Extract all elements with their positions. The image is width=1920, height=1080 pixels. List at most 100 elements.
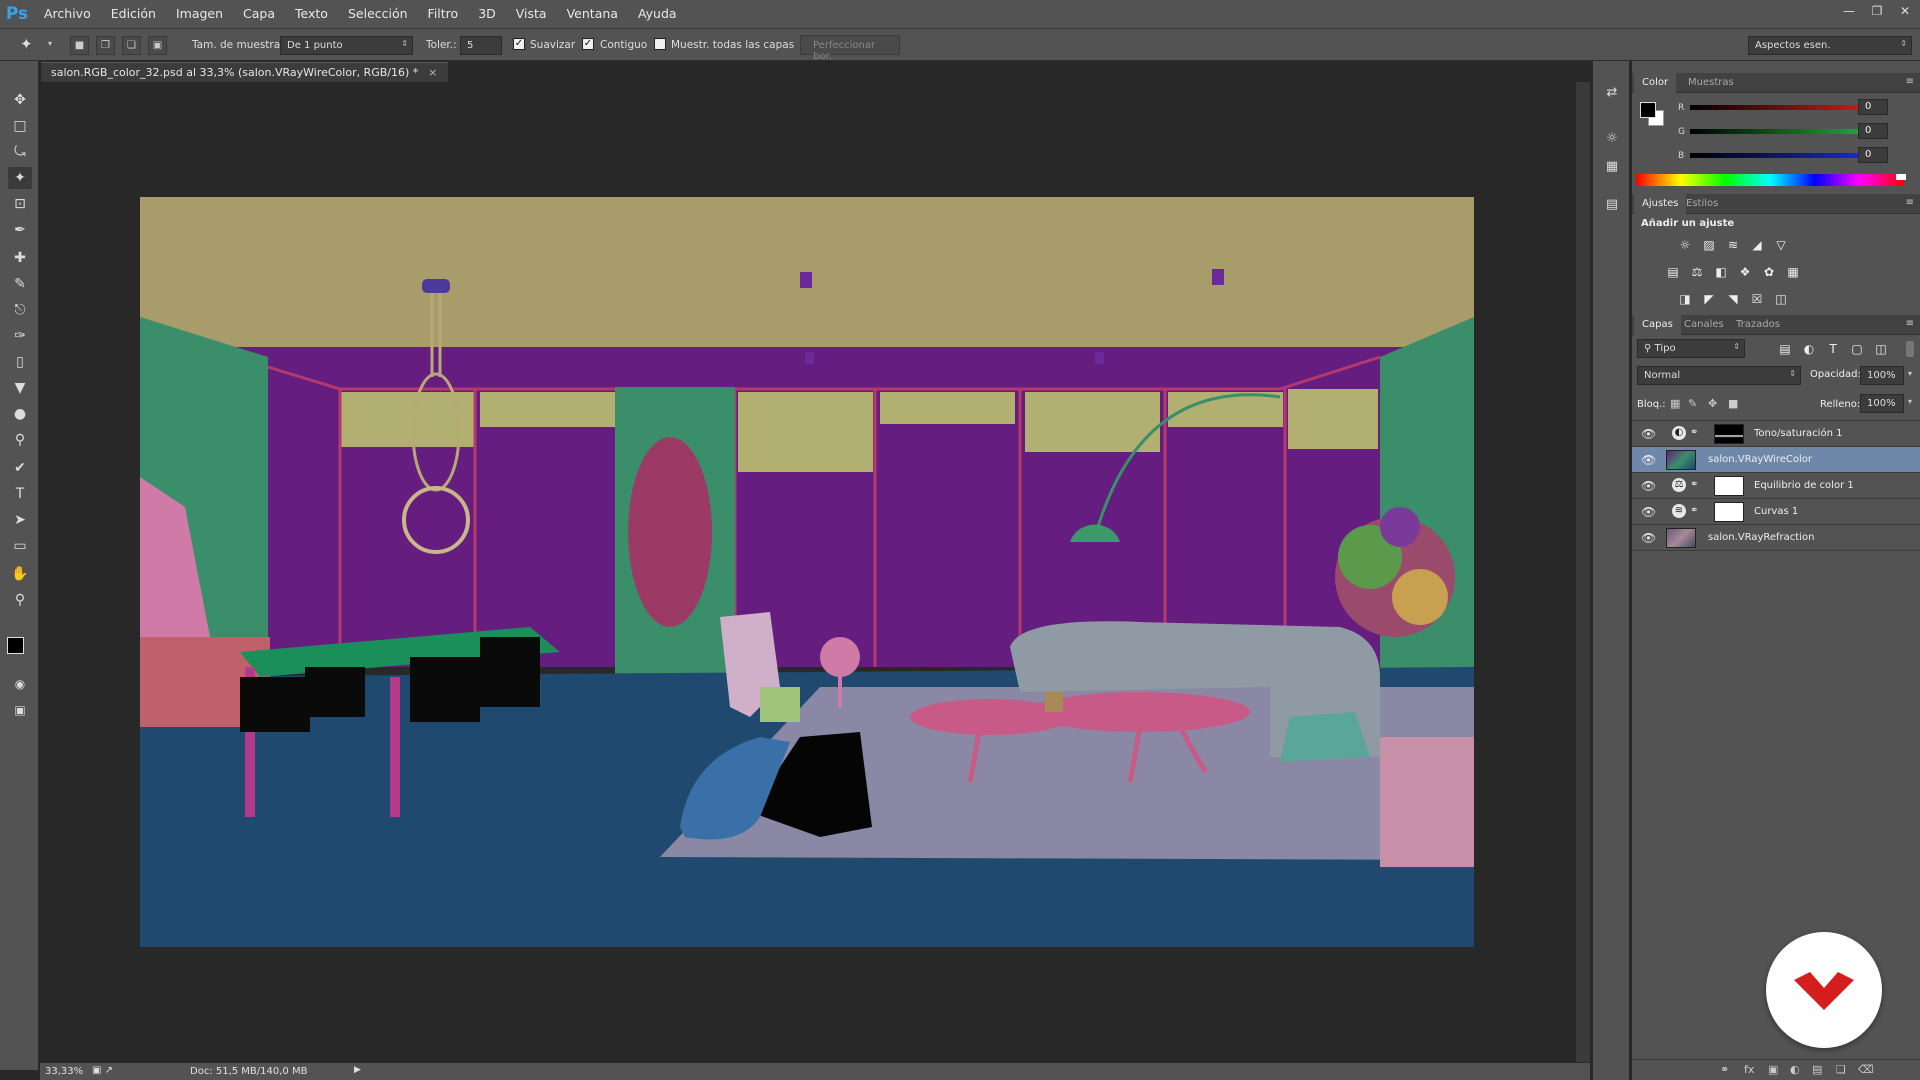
filter-adjustment-icon[interactable]: ◐	[1800, 341, 1818, 357]
dodge-tool-icon[interactable]: ⚲	[8, 429, 32, 451]
fg-color-chip[interactable]	[1640, 102, 1656, 118]
hand-tool-icon[interactable]: ✋	[8, 563, 32, 585]
visibility-eye-icon[interactable]: 👁	[1641, 453, 1656, 467]
tab-swatches[interactable]: Muestras	[1680, 73, 1742, 93]
selective-color-icon[interactable]: ☒	[1748, 291, 1766, 307]
lasso-tool-icon[interactable]: ⤿	[8, 141, 32, 163]
zoom-tool-icon[interactable]: ⚲	[8, 589, 32, 611]
status-menu-arrow-icon[interactable]: ▶	[354, 1065, 361, 1075]
green-slider[interactable]	[1690, 129, 1886, 134]
layer-filter-select[interactable]: ⚲ Tipo ⇕	[1637, 339, 1745, 358]
tab-layers[interactable]: Capas	[1634, 315, 1681, 335]
lock-transparent-icon[interactable]: ▦	[1670, 397, 1680, 410]
layer-mask-thumbnail[interactable]	[1714, 502, 1744, 522]
type-tool-icon[interactable]: T	[8, 483, 32, 505]
fx-icon[interactable]: fx	[1744, 1063, 1754, 1076]
blur-tool-icon[interactable]: ●	[8, 403, 32, 425]
close-icon[interactable]: ✕	[1898, 4, 1912, 18]
shape-tool-icon[interactable]: ▭	[8, 535, 32, 557]
channel-mixer-icon[interactable]: ✿	[1760, 264, 1778, 280]
color-lookup-icon[interactable]: ▦	[1784, 264, 1802, 280]
path-selection-tool-icon[interactable]: ➤	[8, 509, 32, 531]
red-value[interactable]: 0	[1858, 99, 1888, 115]
minimize-icon[interactable]: —	[1842, 4, 1856, 18]
add-selection-icon[interactable]: ❐	[96, 36, 115, 55]
exposure-icon[interactable]: ◢	[1748, 237, 1766, 253]
layer-name[interactable]: salon.VRayWireColor	[1708, 454, 1812, 465]
curves-icon[interactable]: ≋	[1724, 237, 1742, 253]
link-layers-icon[interactable]: ⚭	[1720, 1063, 1729, 1076]
opacity-dropdown-icon[interactable]: ▾	[1908, 369, 1912, 378]
filter-toggle[interactable]	[1906, 341, 1914, 357]
menu-ayuda[interactable]: Ayuda	[628, 0, 687, 28]
document-tab[interactable]: salon.RGB_color_32.psd al 33,3% (salon.V…	[41, 62, 448, 82]
tab-paths[interactable]: Trazados	[1728, 315, 1788, 335]
share-icon[interactable]: ▣ ↗	[92, 1065, 113, 1076]
new-selection-icon[interactable]: ■	[70, 36, 89, 55]
magic-wand-tool-icon[interactable]: ✦	[8, 167, 32, 189]
lock-paint-icon[interactable]: ✎	[1688, 397, 1697, 410]
lock-all-icon[interactable]: ■	[1728, 397, 1738, 410]
photo-filter-icon[interactable]: ❖	[1736, 264, 1754, 280]
layer-name[interactable]: Equilibrio de color 1	[1754, 480, 1854, 491]
screen-mode-icon[interactable]: ▣	[8, 699, 32, 721]
fill-input[interactable]: 100%	[1860, 394, 1904, 413]
white-chip[interactable]	[1896, 174, 1906, 180]
menu-filtro[interactable]: Filtro	[418, 0, 469, 28]
filter-pixel-icon[interactable]: ▤	[1776, 341, 1794, 357]
new-group-icon[interactable]: ▤	[1812, 1063, 1822, 1076]
color-spectrum-bar[interactable]	[1636, 174, 1904, 186]
menu-edicion[interactable]: Edición	[101, 0, 166, 28]
balance-icon[interactable]: ⚖	[1688, 264, 1706, 280]
bw-icon[interactable]: ◧	[1712, 264, 1730, 280]
layer-mask-thumbnail[interactable]	[1714, 476, 1744, 496]
gradient-map-icon[interactable]: ▽	[1772, 237, 1790, 253]
zoom-level[interactable]: 33,33%	[45, 1066, 83, 1077]
visibility-eye-icon[interactable]: 👁	[1641, 479, 1656, 493]
subtract-selection-icon[interactable]: ❏	[122, 36, 141, 55]
blue-value[interactable]: 0	[1858, 147, 1888, 163]
sample-all-layers-checkbox[interactable]	[654, 38, 666, 50]
pen-tool-icon[interactable]: ✔	[8, 457, 32, 479]
red-slider[interactable]	[1690, 105, 1886, 110]
new-layer-icon[interactable]: ❏	[1836, 1063, 1846, 1076]
vibrance-icon[interactable]: ▤	[1664, 264, 1682, 280]
blend-mode-select[interactable]: Normal ⇕	[1637, 366, 1801, 385]
antialias-checkbox[interactable]: ✓	[513, 38, 525, 50]
posterize-icon[interactable]: ◤	[1700, 291, 1718, 307]
filter-shape-icon[interactable]: ▢	[1848, 341, 1866, 357]
menu-archivo[interactable]: Archivo	[34, 0, 101, 28]
paint-bucket-tool-icon[interactable]: ▼	[8, 377, 32, 399]
brightness-icon[interactable]: ☼	[1676, 237, 1694, 253]
link-icon[interactable]: ⚭	[1690, 479, 1698, 490]
link-icon[interactable]: ⚭	[1690, 505, 1698, 516]
delete-layer-icon[interactable]: ⌫	[1858, 1063, 1874, 1076]
menu-vista[interactable]: Vista	[506, 0, 557, 28]
histogram-icon[interactable]: ▦	[1601, 157, 1623, 177]
layer-row[interactable]: 👁 salon.VRayRefraction	[1632, 525, 1920, 551]
magic-wand-icon[interactable]: ✦	[20, 35, 33, 53]
tab-color[interactable]: Color	[1634, 73, 1677, 93]
layer-name[interactable]: Tono/saturación 1	[1754, 428, 1842, 439]
menu-imagen[interactable]: Imagen	[166, 0, 233, 28]
eyedropper-tool-icon[interactable]: ✒	[8, 219, 32, 241]
sample-size-select[interactable]: De 1 punto ⇕	[280, 36, 413, 55]
add-mask-icon[interactable]: ▣	[1768, 1063, 1778, 1076]
panel-menu-icon[interactable]: ≡	[1906, 318, 1914, 329]
threshold-icon[interactable]: ◥	[1724, 291, 1742, 307]
panel-menu-icon[interactable]: ≡	[1906, 197, 1914, 208]
opacity-input[interactable]: 100%	[1860, 366, 1904, 385]
properties-icon[interactable]: ▤	[1601, 195, 1623, 215]
close-tab-icon[interactable]: ×	[428, 66, 437, 79]
invert-icon[interactable]: ◨	[1676, 291, 1694, 307]
layer-row[interactable]: 👁 ◐ ⚭ Tono/saturación 1	[1632, 421, 1920, 447]
lock-position-icon[interactable]: ✥	[1708, 397, 1717, 410]
move-tool-icon[interactable]: ✥	[8, 89, 32, 111]
vertical-scrollbar[interactable]	[1576, 82, 1590, 1062]
new-adjustment-icon[interactable]: ◐	[1790, 1063, 1800, 1076]
layer-row[interactable]: 👁 ≋ ⚭ Curvas 1	[1632, 499, 1920, 525]
blue-slider[interactable]	[1690, 153, 1886, 158]
stamp-tool-icon[interactable]: ⎋	[8, 299, 32, 321]
menu-seleccion[interactable]: Selección	[338, 0, 418, 28]
gradient-icon[interactable]: ◫	[1772, 291, 1790, 307]
